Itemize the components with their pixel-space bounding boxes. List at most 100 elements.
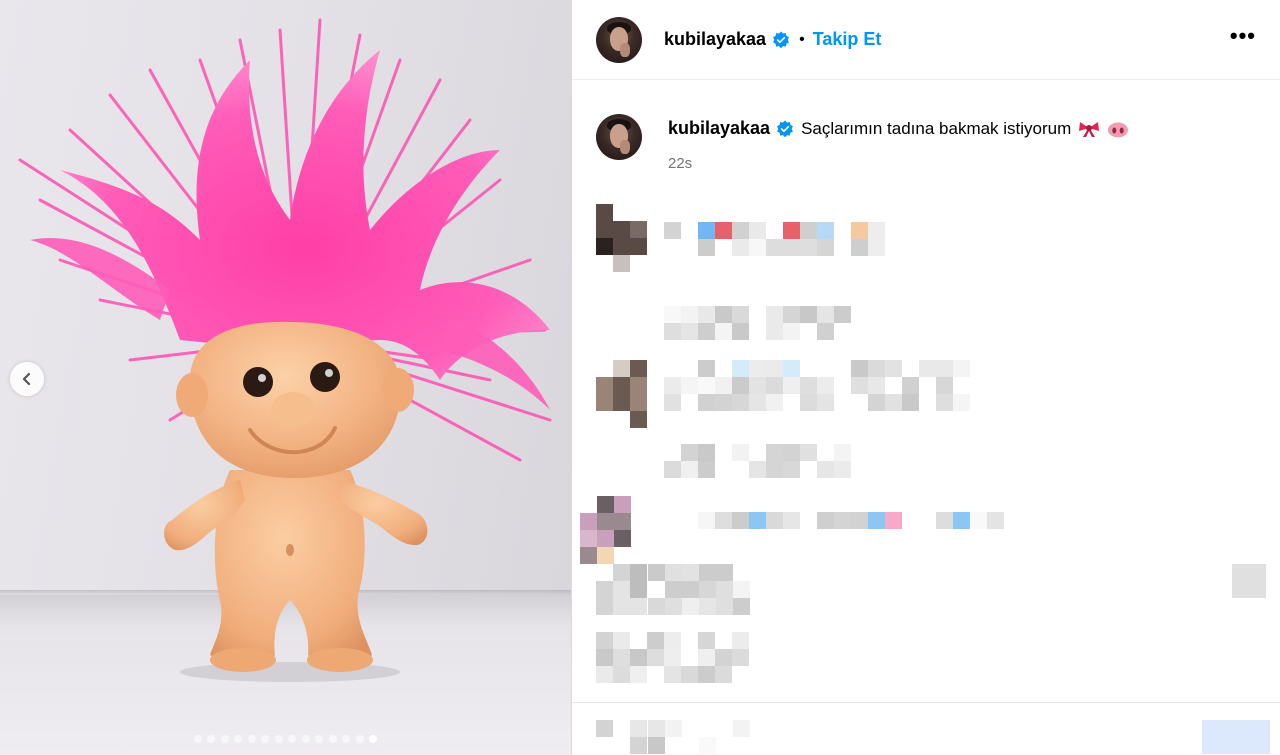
- censor-pixel: [613, 649, 630, 666]
- censor-pixel: [596, 377, 613, 394]
- censor-pixel: [851, 512, 868, 529]
- censor-pixel: [613, 598, 630, 615]
- censor-pixel: [732, 239, 749, 256]
- censor-pixel: [732, 649, 749, 666]
- censor-pixel: [732, 360, 749, 377]
- carousel-dot: [301, 735, 310, 743]
- censor-pixel: [783, 512, 800, 529]
- censor-pixel: [800, 306, 817, 323]
- censor-pixel: [953, 360, 970, 377]
- carousel-dot: [288, 735, 297, 743]
- censor-pixel: [682, 564, 699, 581]
- censor-pixel: [800, 377, 817, 394]
- censor-pixel: [665, 720, 682, 737]
- follow-button[interactable]: Takip Et: [813, 29, 882, 50]
- carousel-dot: [369, 735, 378, 743]
- censor-pixel: [732, 394, 749, 411]
- censor-pixel: [715, 377, 732, 394]
- censor-pixel: [716, 598, 733, 615]
- censor-pixel: [732, 222, 749, 239]
- post-media[interactable]: [0, 0, 572, 755]
- censor-pixel: [681, 323, 698, 340]
- censor-pixel: [783, 306, 800, 323]
- censor-pixel: [647, 632, 664, 649]
- censor-pixel: [800, 222, 817, 239]
- censor-pixel: [698, 666, 715, 683]
- censor-pixel: [732, 323, 749, 340]
- censor-pixel: [716, 564, 733, 581]
- ribbon-emoji-icon: [1078, 120, 1100, 138]
- censor-pixel: [596, 666, 613, 683]
- caption-username[interactable]: kubilayakaa: [668, 118, 770, 139]
- author-avatar[interactable]: [596, 16, 642, 63]
- censor-pixel: [817, 394, 834, 411]
- censor-pixel: [647, 649, 664, 666]
- censor-pixel: [613, 581, 630, 598]
- censor-pixel: [698, 632, 715, 649]
- more-options-icon[interactable]: •••: [1230, 23, 1256, 57]
- censor-pixel: [749, 394, 766, 411]
- carousel-dot: [355, 735, 364, 743]
- censor-pixel: [970, 512, 987, 529]
- post-sidebar: kubilayakaa • Takip Et ••• kubilayakaa S…: [572, 0, 1280, 755]
- censor-pixel: [749, 360, 766, 377]
- censor-pixel: [699, 564, 716, 581]
- censor-pixel: [766, 306, 783, 323]
- censor-pixel: [698, 323, 715, 340]
- censor-pixel: [936, 377, 953, 394]
- carousel-dots: [0, 735, 571, 743]
- censor-pixel: [851, 239, 868, 256]
- censor-pixel: [732, 306, 749, 323]
- censor-pixel: [614, 530, 631, 547]
- censor-pixel: [766, 444, 783, 461]
- censor-pixel: [613, 394, 630, 411]
- chevron-left-icon: [22, 372, 31, 386]
- carousel-dot: [247, 735, 256, 743]
- caption-author-avatar[interactable]: [596, 114, 642, 160]
- censor-pixel: [699, 581, 716, 598]
- censor-pixel: [630, 564, 647, 581]
- carousel-prev-button[interactable]: [10, 362, 44, 396]
- censor-pixel: [630, 737, 647, 754]
- censor-pixel: [851, 377, 868, 394]
- censor-pixel: [834, 461, 851, 478]
- censor-pixel: [596, 632, 613, 649]
- censor-pixel: [749, 222, 766, 239]
- censor-pixel: [665, 564, 682, 581]
- censor-pixel: [1232, 564, 1266, 598]
- censor-pixel: [698, 239, 715, 256]
- censor-pixel: [732, 444, 749, 461]
- caption-text: Saçlarımın tadına bakmak istiyorum: [801, 118, 1072, 138]
- censor-pixel: [648, 564, 665, 581]
- censor-pixel: [664, 666, 681, 683]
- censor-pixel: [630, 581, 647, 598]
- author-username[interactable]: kubilayakaa: [664, 29, 766, 50]
- censor-pixel: [1202, 720, 1270, 754]
- censor-pixel: [732, 512, 749, 529]
- pig-nose-emoji-icon: [1107, 120, 1129, 138]
- censor-pixel: [749, 512, 766, 529]
- censor-pixel: [817, 239, 834, 256]
- censor-pixel: [597, 513, 614, 530]
- carousel-dot: [342, 735, 351, 743]
- censor-pixel: [766, 323, 783, 340]
- censor-pixel: [987, 512, 1004, 529]
- censor-pixel: [665, 581, 682, 598]
- censor-pixel: [698, 394, 715, 411]
- censor-pixel: [953, 394, 970, 411]
- censor-pixel: [596, 204, 613, 221]
- censor-pixel: [613, 238, 630, 255]
- censor-pixel: [733, 720, 750, 737]
- censor-pixel: [698, 222, 715, 239]
- censor-pixel: [783, 239, 800, 256]
- censor-pixel: [648, 720, 665, 737]
- censor-pixel: [715, 323, 732, 340]
- censor-pixel: [630, 238, 647, 255]
- censor-pixel: [596, 598, 613, 615]
- censor-pixel: [630, 649, 647, 666]
- censor-pixel: [766, 394, 783, 411]
- censor-pixel: [817, 306, 834, 323]
- censor-pixel: [749, 377, 766, 394]
- censor-pixel: [834, 512, 851, 529]
- carousel-dot: [315, 735, 324, 743]
